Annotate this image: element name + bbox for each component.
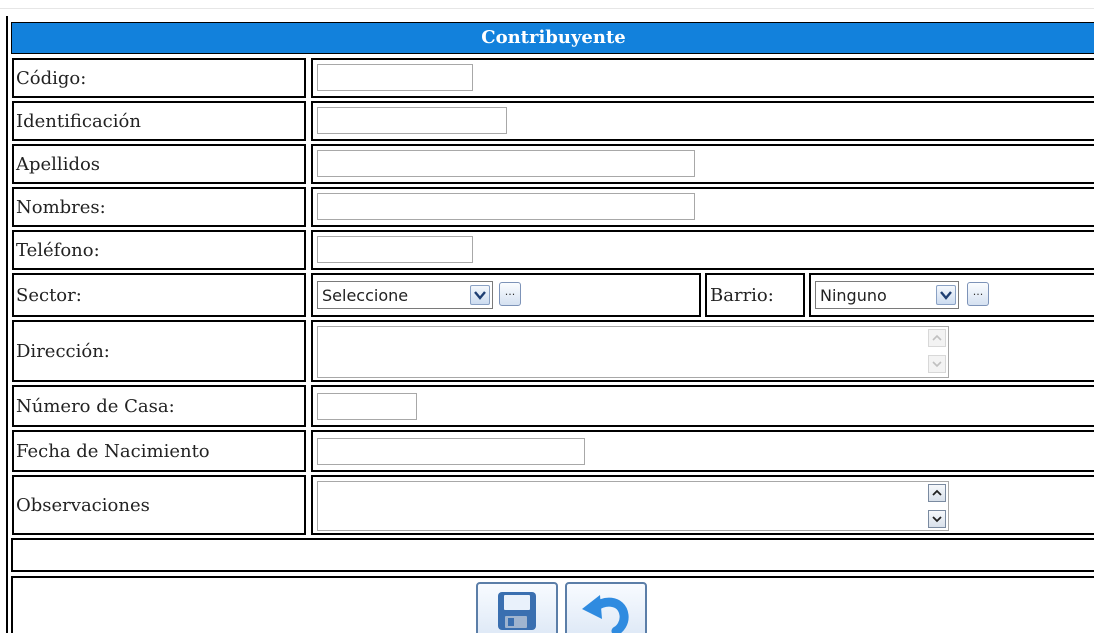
scroll-up-icon[interactable] — [928, 329, 946, 347]
barrio-select-value: Ninguno — [820, 285, 887, 305]
form-title: Contribuyente — [11, 22, 1094, 54]
scroll-up-icon[interactable] — [928, 484, 946, 502]
barrio-browse-button[interactable]: ... — [967, 282, 989, 306]
telefono-input[interactable] — [317, 236, 473, 263]
top-divider — [0, 0, 1094, 9]
nombres-input[interactable] — [317, 193, 695, 220]
telefono-label: Teléfono: — [12, 230, 306, 270]
scroll-down-icon[interactable] — [928, 510, 946, 528]
barrio-cell: Ninguno ... — [809, 273, 1094, 317]
numero-casa-input[interactable] — [317, 393, 417, 420]
sector-select-value: Seleccione — [322, 285, 409, 305]
observaciones-textarea[interactable] — [317, 481, 949, 531]
identificacion-cell — [311, 101, 1094, 141]
fecha-nacimiento-cell — [311, 430, 1094, 472]
nombres-cell — [311, 187, 1094, 227]
direccion-scrollbar[interactable] — [928, 329, 946, 375]
save-button[interactable] — [476, 582, 558, 633]
undo-icon — [582, 595, 629, 633]
telefono-cell — [311, 230, 1094, 270]
scroll-down-icon[interactable] — [928, 355, 946, 373]
chevron-down-icon[interactable] — [936, 285, 956, 305]
observaciones-scrollbar[interactable] — [928, 484, 946, 530]
save-icon — [498, 592, 536, 630]
sector-cell: Seleccione ... — [311, 273, 701, 317]
identificacion-label: Identificación — [12, 101, 306, 141]
barrio-label: Barrio: — [705, 273, 805, 317]
apellidos-label: Apellidos — [12, 144, 306, 184]
observaciones-label: Observaciones — [12, 475, 306, 535]
sector-label: Sector: — [12, 273, 306, 317]
direccion-textarea[interactable] — [317, 326, 949, 378]
numero-casa-cell — [311, 385, 1094, 427]
fecha-nacimiento-input[interactable] — [317, 438, 585, 465]
direccion-label: Dirección: — [12, 320, 306, 382]
apellidos-cell — [311, 144, 1094, 184]
observaciones-cell — [311, 475, 1094, 535]
codigo-input[interactable] — [317, 64, 473, 91]
contribuyente-form: Contribuyente Código: Identificación Ape… — [6, 16, 1094, 633]
fecha-nacimiento-label: Fecha de Nacimiento — [12, 430, 306, 472]
nombres-label: Nombres: — [12, 187, 306, 227]
apellidos-input[interactable] — [317, 150, 695, 177]
undo-button[interactable] — [565, 582, 647, 633]
chevron-down-icon[interactable] — [470, 285, 490, 305]
codigo-cell — [311, 58, 1094, 98]
empty-row — [11, 538, 1094, 572]
sector-select[interactable]: Seleccione — [317, 281, 493, 309]
actions-row — [11, 576, 1094, 633]
barrio-select[interactable]: Ninguno — [815, 281, 959, 309]
direccion-cell — [311, 320, 1094, 382]
identificacion-input[interactable] — [317, 107, 507, 134]
codigo-label: Código: — [12, 58, 306, 98]
numero-casa-label: Número de Casa: — [12, 385, 306, 427]
sector-browse-button[interactable]: ... — [499, 282, 521, 306]
